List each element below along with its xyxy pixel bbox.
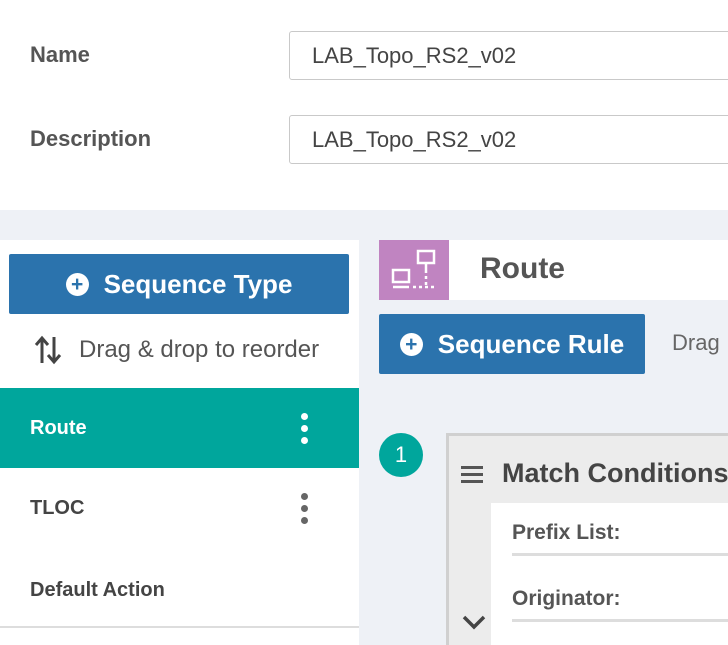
sequence-item-tloc[interactable]: TLOC [0, 468, 359, 548]
sequence-sidebar: + Sequence Type Drag & drop to reorder R… [0, 240, 359, 645]
match-conditions-title: Match Conditions [502, 458, 728, 488]
chevron-down-icon[interactable] [461, 614, 487, 630]
match-conditions-card: Match Conditions Prefix List: Originator… [446, 433, 728, 645]
reorder-arrows-icon [34, 335, 62, 365]
route-section-header: Route [379, 240, 728, 300]
match-conditions-body: Prefix List: Originator: [491, 503, 728, 645]
sequence-item-label: Default Action [30, 578, 165, 601]
divider [0, 626, 359, 628]
sequence-rule-label: Sequence Rule [437, 328, 625, 359]
condition-field-prefix-list[interactable] [512, 553, 728, 556]
name-input[interactable] [289, 31, 728, 80]
more-options-icon[interactable] [299, 412, 309, 444]
sequence-item-default-action[interactable]: Default Action [0, 548, 359, 632]
drag-reorder-hint: Drag & drop to reorder [34, 333, 319, 367]
description-input[interactable] [289, 115, 728, 164]
sequence-item-label: TLOC [30, 496, 85, 519]
description-label: Description [30, 126, 152, 151]
drag-hint-label: Drag & drop to reorder [79, 336, 320, 363]
condition-field-originator[interactable] [512, 619, 728, 622]
name-label: Name [30, 42, 90, 67]
condition-label-prefix-list: Prefix List: [512, 521, 621, 544]
sequence-type-label: Sequence Type [103, 268, 293, 299]
route-network-icon [379, 240, 449, 300]
sequence-item-route[interactable]: Route [0, 388, 359, 468]
drag-handle-icon[interactable] [461, 466, 483, 487]
sequence-item-label: Route [30, 416, 87, 439]
drag-hint-text: Drag [672, 330, 720, 355]
more-options-icon[interactable] [299, 492, 309, 524]
condition-label-originator: Originator: [512, 587, 621, 610]
section-title: Route [480, 252, 565, 285]
policy-form: Name Description [0, 0, 728, 210]
add-sequence-rule-button[interactable]: + Sequence Rule [379, 314, 645, 374]
plus-circle-icon: + [65, 272, 89, 296]
add-sequence-type-button[interactable]: + Sequence Type [9, 254, 349, 314]
plus-circle-icon: + [399, 332, 423, 356]
sequence-number-badge: 1 [379, 433, 423, 477]
